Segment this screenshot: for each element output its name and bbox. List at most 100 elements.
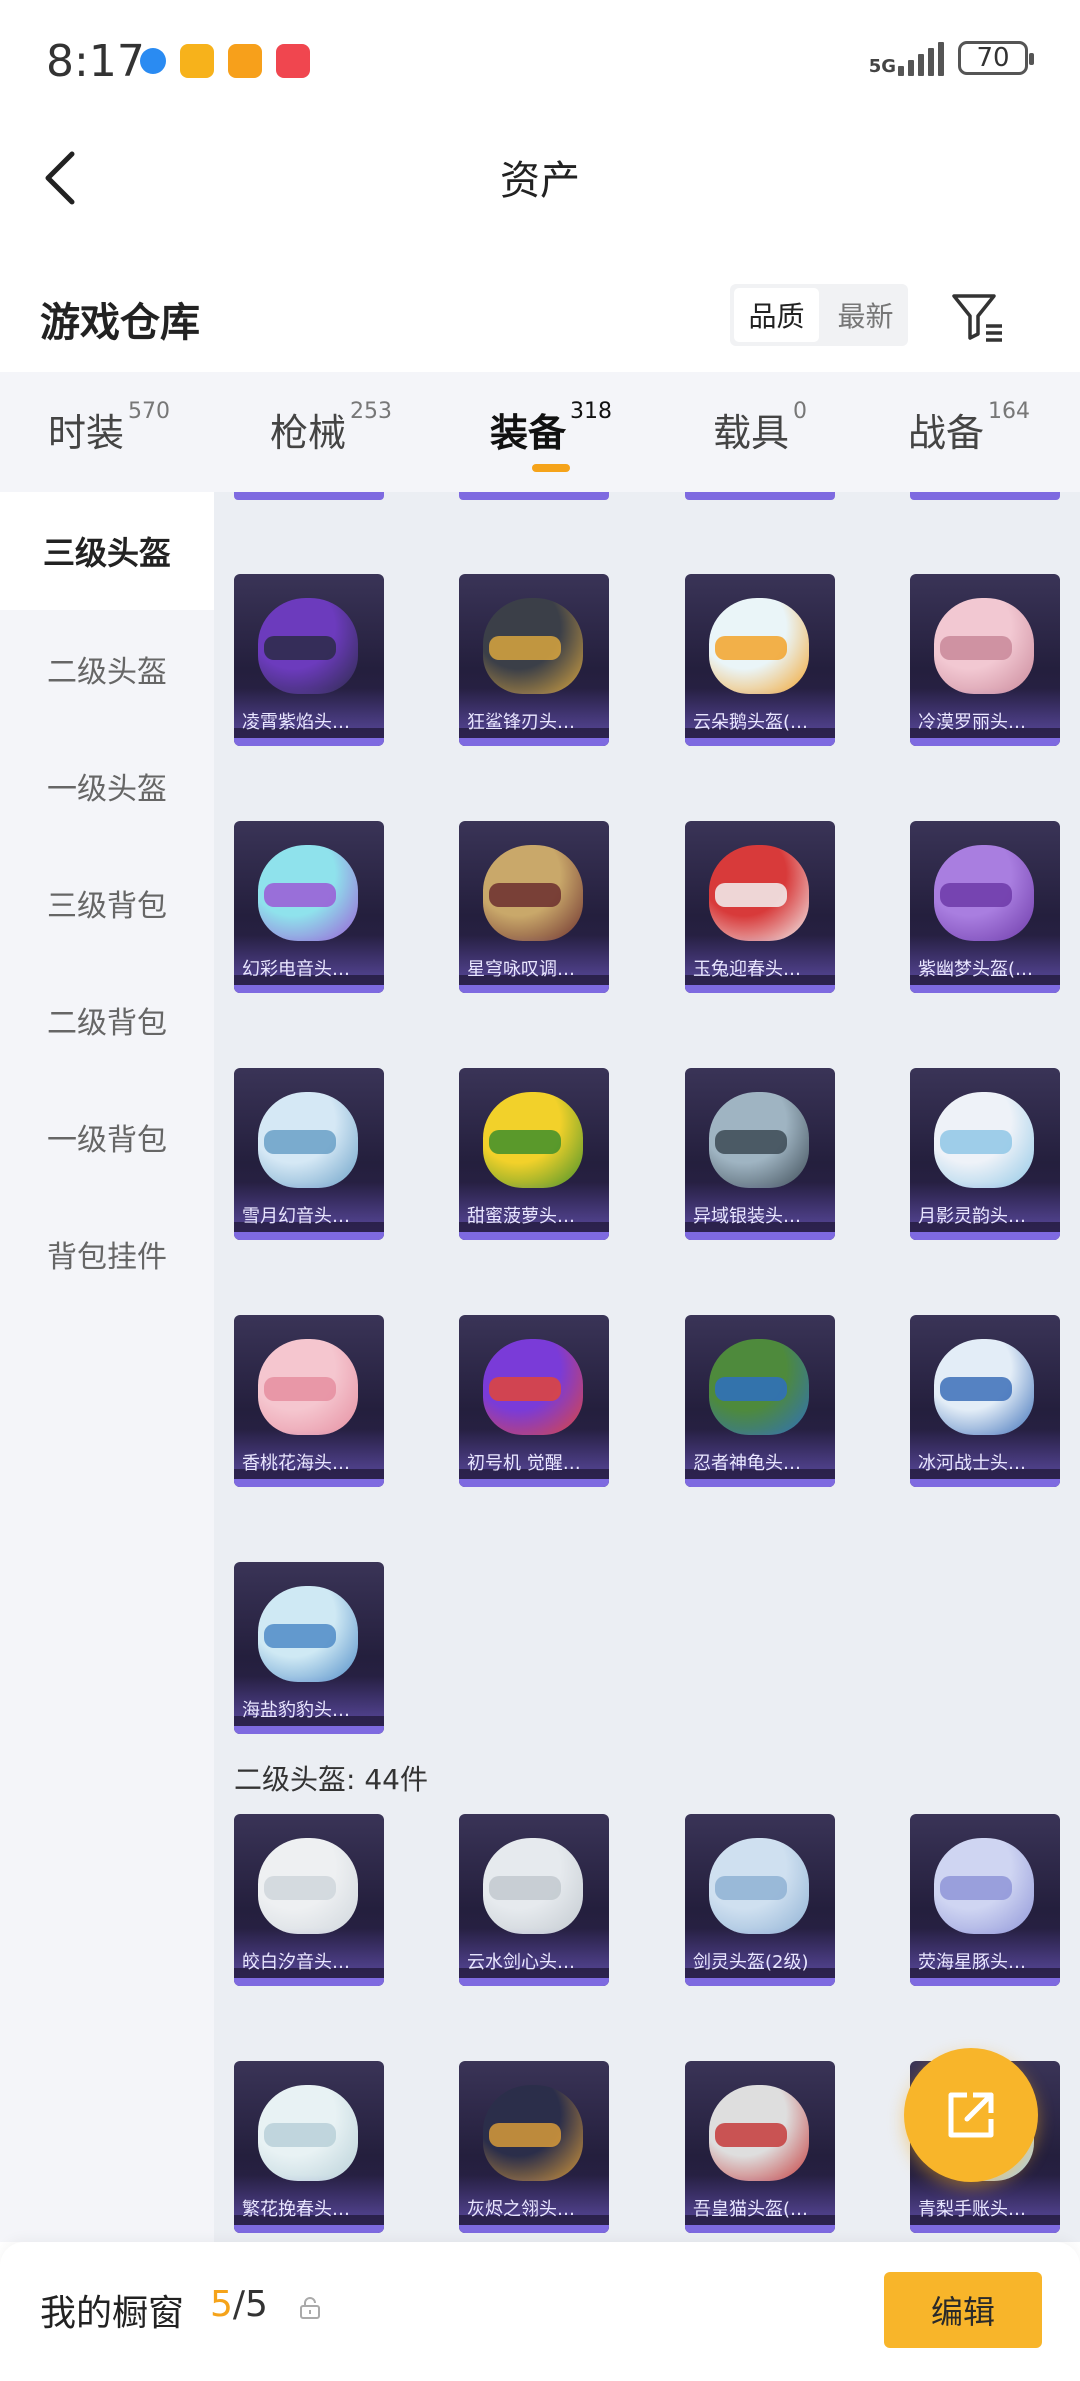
item-card[interactable]: 玉兔迎春头… (685, 821, 835, 993)
quality-bar (685, 1479, 835, 1487)
quality-bar (234, 2225, 384, 2233)
edit-button[interactable]: 编辑 (884, 2272, 1042, 2348)
item-name: 幻彩电音头… (242, 959, 350, 980)
visor-shape (940, 883, 1012, 907)
item-card[interactable]: 月影灵韵头… (910, 1068, 1060, 1240)
quality-bar (234, 1479, 384, 1487)
filter-icon (952, 294, 1002, 342)
tab-count: 0 (793, 399, 808, 425)
quality-bar (459, 2225, 609, 2233)
sidebar-item-level1-backpack[interactable]: 一级背包 (0, 1078, 214, 1195)
item-name: 初号机 觉醒… (467, 1453, 581, 1474)
video-app-icon (228, 44, 262, 78)
status-right: 5G 70 (869, 40, 1034, 76)
visor-shape (489, 883, 561, 907)
item-card[interactable]: 星穹咏叹调… (459, 821, 609, 993)
item-card[interactable]: 繁花挽春头… (234, 2061, 384, 2233)
tab-equipment[interactable]: 装备 318 (490, 399, 613, 457)
visor-shape (715, 636, 787, 660)
tab-fashion[interactable]: 时装 570 (48, 399, 170, 457)
tab-label: 枪械 (270, 411, 347, 455)
item-card[interactable]: 荧海星豚头… (910, 1814, 1060, 1986)
item-card[interactable]: 海盐豹豹头… (234, 1562, 384, 1734)
sidebar-item-level2-helmet[interactable]: 二级头盔 (0, 610, 214, 727)
item-card[interactable]: 狂鲨锋刃头… (459, 574, 609, 746)
item-card[interactable]: 凌霄紫焰头… (234, 574, 384, 746)
sidebar-item-level2-backpack[interactable]: 二级背包 (0, 961, 214, 1078)
item-card[interactable]: 忍者神龟头… (685, 1315, 835, 1487)
tab-count: 164 (988, 399, 1031, 425)
item-name: 香桃花海头… (242, 1453, 350, 1474)
quality-bar (910, 985, 1060, 993)
partial-card (685, 492, 835, 500)
sidebar-item-level3-helmet[interactable]: 三级头盔 (0, 492, 214, 610)
visor-shape (489, 636, 561, 660)
quality-bar (685, 738, 835, 746)
item-card[interactable]: 香桃花海头… (234, 1315, 384, 1487)
gallery-app-icon (276, 44, 310, 78)
item-name: 青梨手账头… (918, 2199, 1026, 2220)
share-external-icon (948, 2092, 994, 2138)
quality-bar (234, 738, 384, 746)
item-card[interactable]: 云水剑心头… (459, 1814, 609, 1986)
item-card[interactable]: 吾皇猫头盔(… (685, 2061, 835, 2233)
active-tab-indicator (532, 464, 570, 472)
quality-bar (234, 1232, 384, 1240)
item-name: 冰河战士头… (918, 1453, 1026, 1474)
item-name: 灰烬之翎头… (467, 2199, 575, 2220)
filter-button[interactable] (950, 288, 1006, 344)
visor-shape (489, 1876, 561, 1900)
item-card[interactable]: 冷漠罗丽头… (910, 574, 1060, 746)
partial-card (459, 492, 609, 500)
tab-count: 253 (350, 399, 393, 425)
page-title: 资产 (500, 158, 580, 204)
item-card[interactable]: 云朵鹅头盔(… (685, 574, 835, 746)
showcase-used: 5 (210, 2284, 233, 2325)
tab-count: 318 (570, 399, 613, 425)
item-card[interactable]: 幻彩电音头… (234, 821, 384, 993)
item-card[interactable]: 紫幽梦头盔(… (910, 821, 1060, 993)
status-app-icons (140, 44, 310, 78)
quality-bar (685, 985, 835, 993)
item-card[interactable]: 雪月幻音头… (234, 1068, 384, 1240)
group-label-level2-helmet: 二级头盔: 44件 (234, 1763, 428, 1796)
item-name: 吾皇猫头盔(… (693, 2199, 809, 2220)
sort-quality-button[interactable]: 品质 (734, 288, 819, 342)
visor-shape (715, 1876, 787, 1900)
signal-icon (898, 40, 944, 76)
item-name: 玉兔迎春头… (693, 959, 801, 980)
visor-shape (264, 636, 336, 660)
item-card[interactable]: 皎白汐音头… (234, 1814, 384, 1986)
quality-bar (459, 985, 609, 993)
quality-bar (685, 1232, 835, 1240)
section-title: 游戏仓库 (40, 300, 200, 346)
visor-shape (264, 1130, 336, 1154)
item-name: 异域银装头… (693, 1206, 801, 1227)
sort-newest-button[interactable]: 最新 (823, 284, 908, 346)
share-button[interactable] (904, 2048, 1038, 2182)
tab-weapons[interactable]: 枪械 253 (270, 399, 393, 457)
item-card[interactable]: 甜蜜菠萝头… (459, 1068, 609, 1240)
partial-card (234, 492, 384, 500)
item-card[interactable]: 剑灵头盔(2级) (685, 1814, 835, 1986)
battery-level: 70 (976, 43, 1010, 73)
visor-shape (940, 1130, 1012, 1154)
sidebar-item-level3-backpack[interactable]: 三级背包 (0, 844, 214, 961)
sidebar-item-backpack-charm[interactable]: 背包挂件 (0, 1195, 214, 1312)
item-card[interactable]: 初号机 觉醒… (459, 1315, 609, 1487)
showcase-total: 5 (245, 2284, 268, 2325)
quality-bar (459, 1479, 609, 1487)
tab-supplies[interactable]: 战备 164 (908, 399, 1031, 457)
item-grid: 二级头盔: 44件 凌霄紫焰头… 狂鲨锋刃头… 云朵鹅头盔(… 冷漠罗丽头… 幻彩电音头… (214, 492, 1080, 2242)
tab-vehicles[interactable]: 载具 0 (713, 399, 808, 457)
item-card[interactable]: 异域银装头… (685, 1068, 835, 1240)
visor-shape (715, 883, 787, 907)
item-name: 云水剑心头… (467, 1952, 575, 1973)
quality-bar (234, 985, 384, 993)
item-card[interactable]: 冰河战士头… (910, 1315, 1060, 1487)
item-name: 剑灵头盔(2级) (693, 1952, 809, 1973)
item-card[interactable]: 灰烬之翎头… (459, 2061, 609, 2233)
item-name: 雪月幻音头… (242, 1206, 350, 1227)
subcategory-sidebar: 三级头盔 二级头盔 一级头盔 三级背包 二级背包 一级背包 背包挂件 (0, 492, 214, 2242)
sidebar-item-level1-helmet[interactable]: 一级头盔 (0, 727, 214, 844)
